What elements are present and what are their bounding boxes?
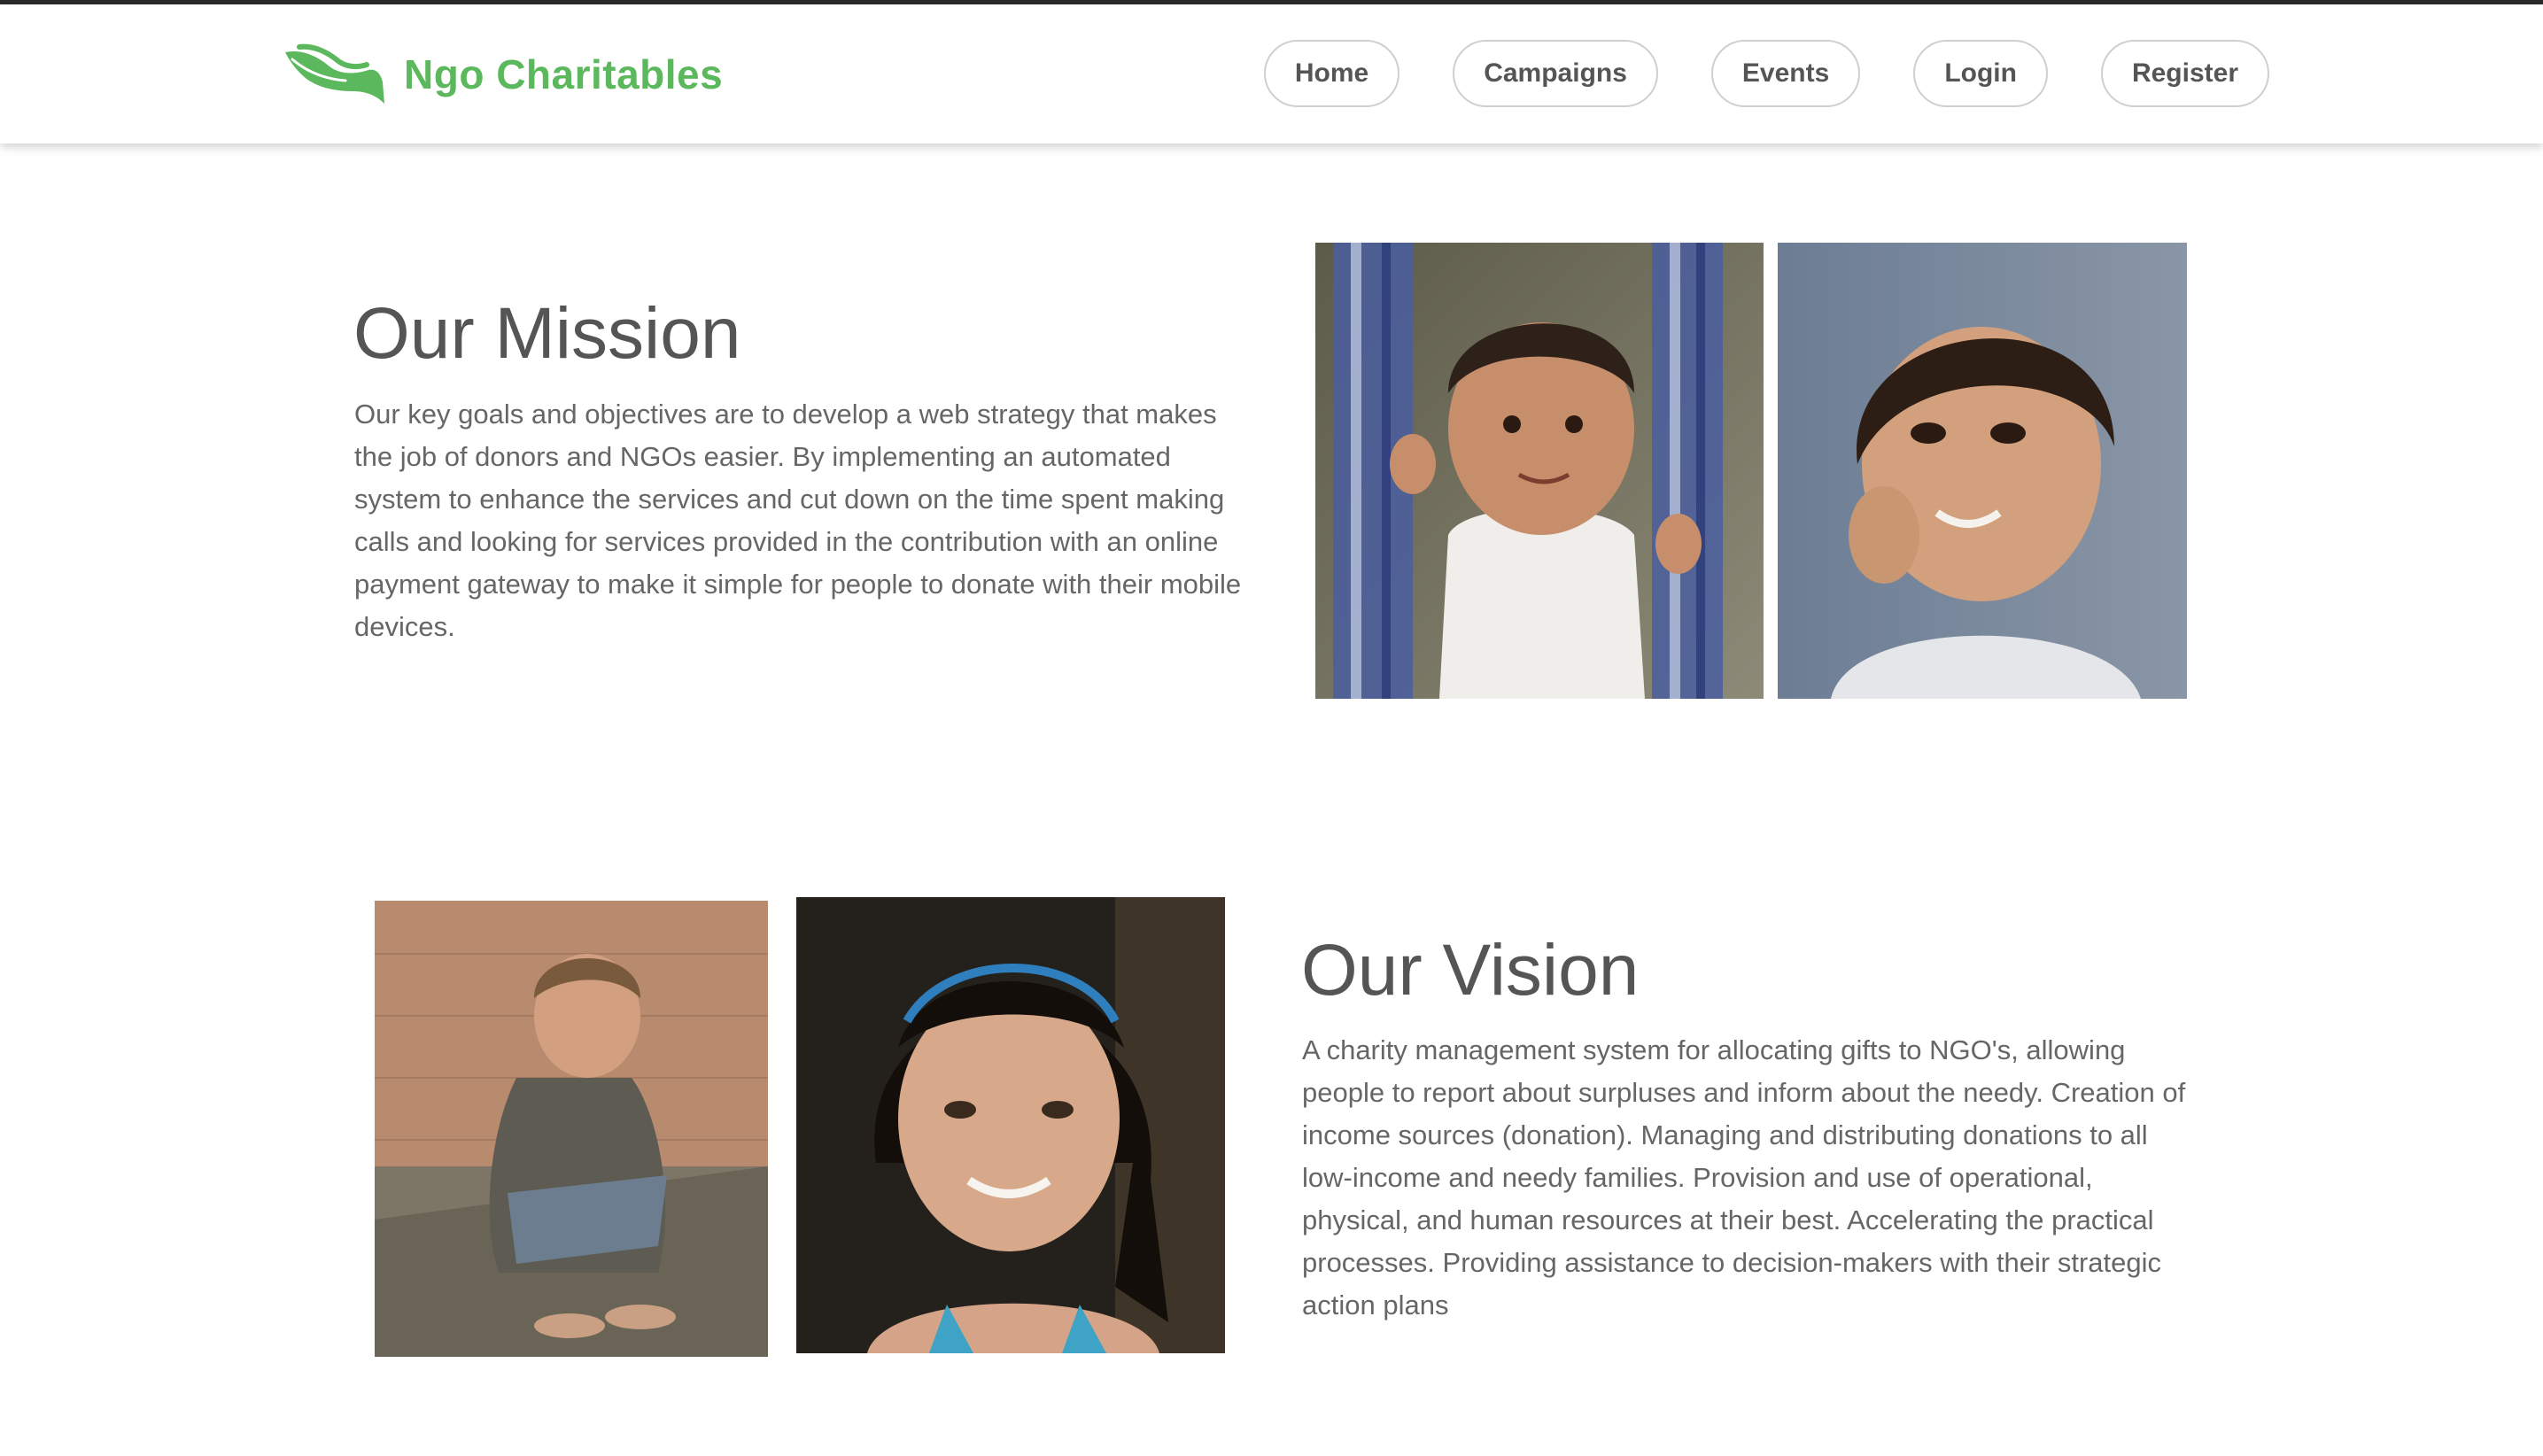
nav-events-button[interactable]: Events bbox=[1710, 40, 1861, 107]
brand-logo[interactable]: Ngo Charitables bbox=[283, 43, 723, 105]
seated-boy-photo bbox=[375, 901, 768, 1357]
main-nav: Home Campaigns Events Login Register bbox=[1263, 40, 2269, 107]
brand-name: Ngo Charitables bbox=[404, 51, 724, 97]
vision-text: A charity management system for allocati… bbox=[1302, 1034, 2186, 1320]
smiling-girl-photo bbox=[1778, 243, 2187, 699]
girl-with-headband-photo bbox=[796, 897, 1225, 1353]
hand-leaf-icon bbox=[285, 43, 384, 104]
nav-register-button[interactable]: Register bbox=[2100, 40, 2269, 107]
nav-campaigns-button[interactable]: Campaigns bbox=[1453, 40, 1658, 107]
nav-home-button[interactable]: Home bbox=[1263, 40, 1400, 107]
child-in-hammock-photo bbox=[1315, 243, 1764, 699]
mission-title: Our Mission bbox=[353, 293, 741, 374]
vision-title: Our Vision bbox=[1301, 930, 1640, 1011]
nav-login-button[interactable]: Login bbox=[1913, 40, 2048, 107]
mission-text: Our key goals and objectives are to deve… bbox=[354, 399, 1242, 642]
navbar: Ngo Charitables Home Campaigns Events Lo… bbox=[0, 4, 2543, 143]
